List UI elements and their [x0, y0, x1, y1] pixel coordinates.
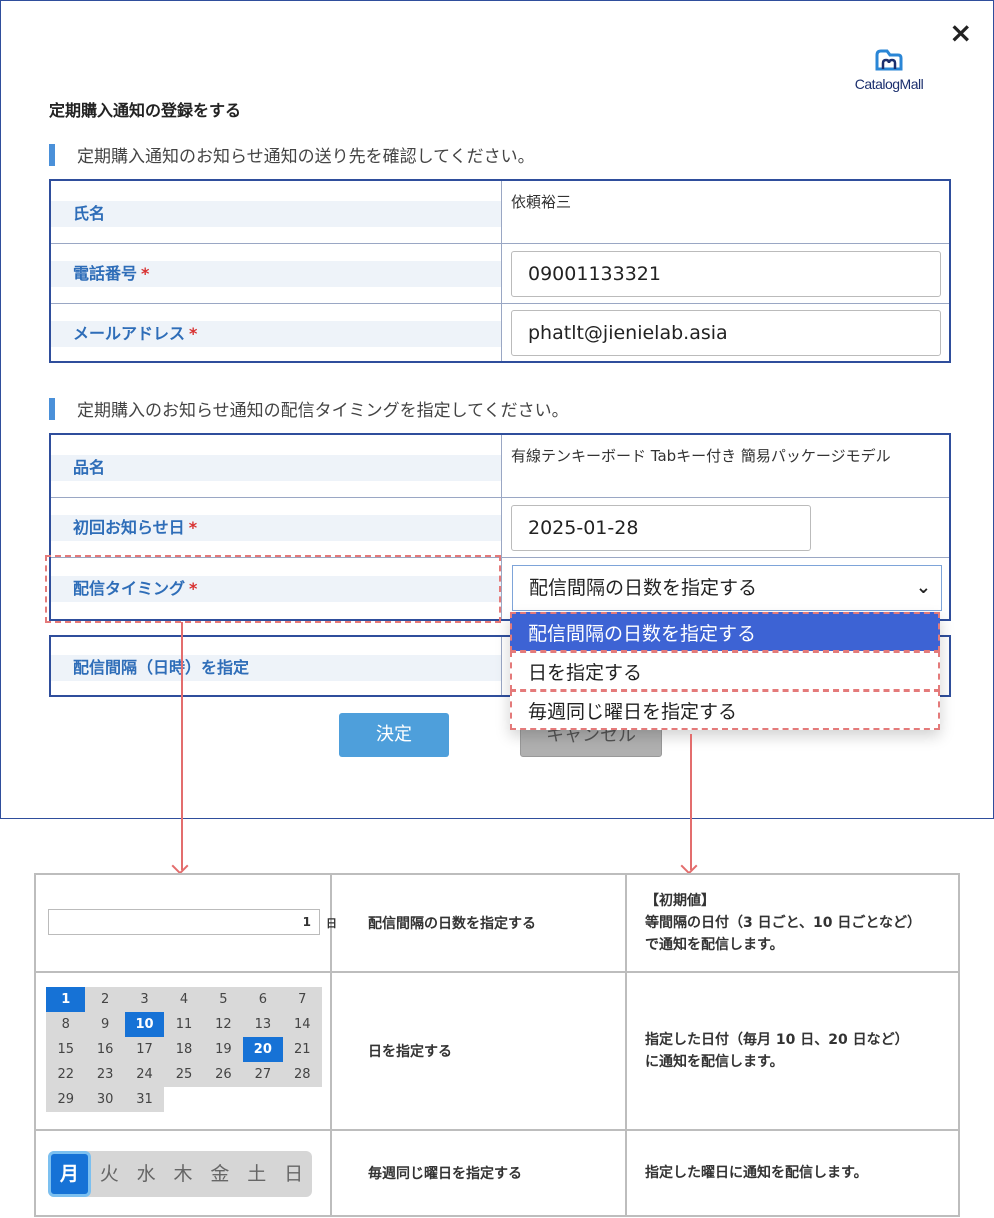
email-input[interactable]: phatlt@jienielab.asia — [511, 310, 941, 356]
form-row-product: 品名 有線テンキーボード Tabキー付き 簡易パッケージモデル — [51, 435, 949, 497]
form-row-email: メールアドレス * phatlt@jienielab.asia — [51, 303, 949, 361]
calendar-day: 28 — [282, 1062, 322, 1087]
calendar-day: 30 — [85, 1087, 125, 1112]
desc-line: で通知を配信します。 — [645, 937, 784, 953]
calendar-day: 26 — [203, 1062, 244, 1087]
required-mark: * — [141, 264, 150, 283]
calendar-day: 10 — [124, 1012, 165, 1037]
timing-legend-table: 1 日 配信間隔の日数を指定する 【初期値】 等間隔の日付（3 日ごと、10 日… — [34, 873, 960, 1217]
recipient-form-table: 氏名 依頼裕三 電話番号 * 09001133321 メールアドレス * phatl… — [49, 179, 951, 363]
calendar-day: 21 — [282, 1037, 322, 1062]
calendar-day: 1 — [46, 987, 86, 1012]
dropdown-option-weekday[interactable]: 毎週同じ曜日を指定する — [510, 690, 940, 730]
section-heading-timing: 定期購入のお知らせ通知の配信タイミングを指定してください。 — [49, 396, 569, 421]
calendar-day: 23 — [85, 1062, 125, 1087]
email-label: メールアドレス — [73, 324, 186, 343]
timing-dropdown-list: 配信間隔の日数を指定する 日を指定する 毎週同じ曜日を指定する — [510, 612, 940, 730]
timing-select-value: 配信間隔の日数を指定する — [529, 577, 758, 599]
weekday-selector: 月火水木金土日 — [48, 1151, 312, 1197]
name-value: 依頼裕三 — [511, 193, 572, 211]
calendar-day: 16 — [85, 1037, 125, 1062]
weekday-option: 木 — [173, 1163, 193, 1185]
calendar-day: 22 — [46, 1062, 86, 1087]
first-date-input[interactable]: 2025-01-28 — [511, 505, 811, 551]
weekday-option: 金 — [210, 1163, 230, 1185]
legend-cell-number-input: 1 日 — [36, 875, 337, 973]
modal-title: 定期購入通知の登録をする — [49, 101, 242, 120]
calendar-empty-cell — [164, 1087, 204, 1112]
required-mark: * — [189, 324, 198, 343]
weekday-option: 土 — [247, 1163, 267, 1185]
calendar-day: 2 — [85, 987, 125, 1012]
dropdown-option-day-of-month[interactable]: 日を指定する — [510, 651, 940, 691]
calendar-day: 24 — [124, 1062, 165, 1087]
calendar-day: 13 — [243, 1012, 283, 1037]
product-value: 有線テンキーボード Tabキー付き 簡易パッケージモデル — [511, 447, 891, 465]
calendar-day: 5 — [203, 987, 244, 1012]
chevron-down-icon: ⌄ — [915, 577, 931, 598]
calendar-day: 15 — [46, 1037, 86, 1062]
calendar-day: 8 — [46, 1012, 86, 1037]
weekday-option: 月 — [48, 1151, 91, 1197]
catalog-mall-logo-icon — [875, 49, 903, 71]
form-row-phone: 電話番号 * 09001133321 — [51, 243, 949, 303]
catalog-mall-logo: CatalogMall — [843, 49, 935, 92]
arrow-down-icon — [181, 622, 183, 870]
legend-desc-interval: 【初期値】 等間隔の日付（3 日ごと、10 日ごとなど） で通知を配信します。 — [627, 875, 958, 973]
desc-line: に通知を配信します。 — [645, 1054, 784, 1070]
calendar-day: 12 — [203, 1012, 244, 1037]
legend-cell-weekday: 月火水木金土日 — [36, 1131, 332, 1215]
weekday-option: 水 — [136, 1163, 156, 1185]
calendar-day: 6 — [243, 987, 283, 1012]
calendar-day: 25 — [164, 1062, 204, 1087]
section-heading-recipient: 定期購入通知のお知らせ通知の送り先を確認してください。 — [49, 142, 535, 167]
register-notification-modal: × CatalogMall 定期購入通知の登録をする 定期購入通知のお知らせ通知… — [0, 0, 994, 819]
calendar-empty-cell — [282, 1087, 322, 1112]
calendar-day: 4 — [164, 987, 204, 1012]
day-of-month-calendar: 1 2 3 4 5 6 7 8 9 10 11 12 13 14 15 16 17 18 19 20 21 22 23 24 2… — [46, 987, 322, 1112]
calendar-day: 14 — [282, 1012, 322, 1037]
calendar-day: 31 — [124, 1087, 165, 1112]
ok-button[interactable]: 決定 — [339, 713, 449, 757]
dropdown-option-interval-days[interactable]: 配信間隔の日数を指定する — [510, 612, 940, 652]
interval-days-input: 1 — [48, 909, 320, 935]
calendar-day: 7 — [282, 987, 322, 1012]
calendar-day: 20 — [243, 1037, 283, 1062]
product-label: 品名 — [51, 455, 501, 481]
first-date-label: 初回お知らせ日 — [73, 518, 185, 537]
calendar-empty-cell — [203, 1087, 244, 1112]
calendar-empty-cell — [243, 1087, 283, 1112]
desc-line: 指定した日付（毎月 10 日、20 日など） — [645, 1032, 909, 1048]
name-label: 氏名 — [51, 201, 501, 227]
legend-option-weekday: 毎週同じ曜日を指定する — [332, 1131, 627, 1215]
required-mark: * — [188, 518, 198, 537]
calendar-day: 18 — [164, 1037, 204, 1062]
calendar-day: 17 — [124, 1037, 165, 1062]
form-row-first-date: 初回お知らせ日 * 2025-01-28 — [51, 497, 949, 557]
weekday-option: 火 — [99, 1163, 119, 1185]
legend-option-day-of-month: 日を指定する — [332, 973, 627, 1131]
calendar-day: 29 — [46, 1087, 86, 1112]
phone-label: 電話番号 — [73, 264, 138, 283]
calendar-day: 19 — [203, 1037, 244, 1062]
interval-label: 配信間隔（日時）を指定 — [51, 655, 501, 681]
legend-cell-calendar: 1 2 3 4 5 6 7 8 9 10 11 12 13 14 15 16 17 18 19 20 21 22 23 24 2… — [36, 973, 332, 1131]
weekday-option: 日 — [284, 1163, 304, 1185]
legend-desc-weekday: 指定した曜日に通知を配信します。 — [645, 1165, 868, 1181]
desc-line: 等間隔の日付（3 日ごと、10 日ごとなど） — [645, 915, 921, 931]
arrow-down-icon — [690, 734, 692, 870]
close-icon[interactable]: × — [949, 19, 972, 47]
legend-desc-day-of-month: 指定した日付（毎月 10 日、20 日など） に通知を配信します。 — [627, 973, 958, 1131]
timing-select[interactable]: 配信間隔の日数を指定する ⌄ — [512, 565, 942, 611]
calendar-day: 3 — [124, 987, 165, 1012]
legend-option-interval: 配信間隔の日数を指定する — [332, 875, 627, 973]
form-row-name: 氏名 依頼裕三 — [51, 181, 949, 243]
logo-text: CatalogMall — [854, 76, 924, 92]
calendar-day: 27 — [243, 1062, 283, 1087]
calendar-day: 11 — [164, 1012, 204, 1037]
timing-highlight-box — [45, 555, 501, 623]
phone-input[interactable]: 09001133321 — [511, 251, 941, 297]
desc-line: 【初期値】 — [645, 893, 715, 909]
calendar-day: 9 — [85, 1012, 125, 1037]
